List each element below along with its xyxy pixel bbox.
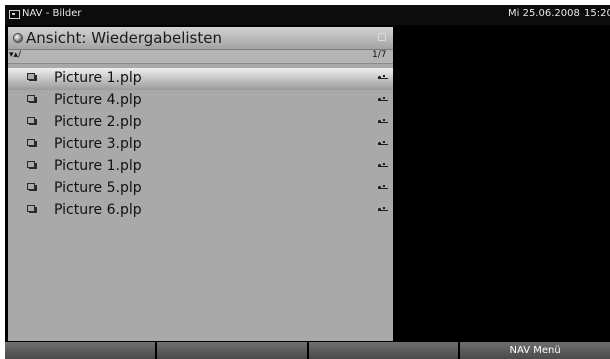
list-item[interactable]: Picture 6.plp: [8, 200, 393, 222]
softkey-yellow[interactable]: [308, 342, 459, 359]
list-item[interactable]: Picture 1.plp: [8, 68, 393, 90]
file-name: Picture 1.plp: [54, 70, 142, 86]
path-bar: ▾▴/ 1/7: [8, 50, 393, 64]
tv-icon: [9, 10, 20, 19]
list-item[interactable]: Picture 1.plp: [8, 156, 393, 178]
file-name: Picture 4.plp: [54, 92, 142, 108]
nav-menu-button[interactable]: NAV Menü: [460, 342, 610, 359]
playlist-icon: [27, 73, 37, 81]
playlist-icon: [27, 161, 37, 169]
list-item[interactable]: Picture 2.plp: [8, 112, 393, 134]
usb-icon: [378, 185, 388, 189]
usb-icon: [378, 75, 388, 79]
playlist-icon: [27, 95, 37, 103]
usb-icon: [378, 207, 388, 211]
title-bar: NAV - Bilder Mi 25.06.2008 15:20: [5, 5, 610, 25]
file-name: Picture 2.plp: [54, 114, 142, 130]
file-name: Picture 5.plp: [54, 180, 142, 196]
file-name: Picture 3.plp: [54, 136, 142, 152]
file-browser-panel: Ansicht: Wiedergabelisten ▾▴/ 1/7 Pictur…: [8, 27, 393, 341]
file-name: Picture 6.plp: [54, 202, 142, 218]
tv-screen: NAV - Bilder Mi 25.06.2008 15:20 Ansicht…: [5, 5, 610, 359]
view-dot-icon: [13, 33, 23, 43]
window-title: NAV - Bilder: [22, 8, 82, 19]
usb-icon: [378, 119, 388, 123]
file-list: Picture 1.plp Picture 4.plp Picture 2.pl…: [8, 68, 393, 222]
softkey-bar: NAV Menü: [5, 342, 610, 359]
file-name: Picture 1.plp: [54, 158, 142, 174]
list-item[interactable]: Picture 5.plp: [8, 178, 393, 200]
usb-icon: [378, 163, 388, 167]
date-display: Mi 25.06.2008: [508, 8, 580, 19]
playlist-icon: [27, 117, 37, 125]
playlist-icon: [27, 205, 37, 213]
playlist-icon: [27, 139, 37, 147]
playlist-icon: [27, 183, 37, 191]
options-icon: [378, 33, 386, 41]
usb-icon: [378, 97, 388, 101]
current-path: ▾▴/: [9, 50, 22, 60]
time-display: 15:20: [584, 8, 610, 19]
list-item[interactable]: Picture 3.plp: [8, 134, 393, 156]
page-indicator: 1/7: [372, 50, 387, 60]
view-label: Ansicht: Wiedergabelisten: [26, 29, 222, 47]
list-item[interactable]: Picture 4.plp: [8, 90, 393, 112]
usb-icon: [378, 141, 388, 145]
view-selector[interactable]: Ansicht: Wiedergabelisten: [8, 27, 393, 50]
softkey-red[interactable]: [5, 342, 155, 359]
softkey-green[interactable]: [156, 342, 307, 359]
